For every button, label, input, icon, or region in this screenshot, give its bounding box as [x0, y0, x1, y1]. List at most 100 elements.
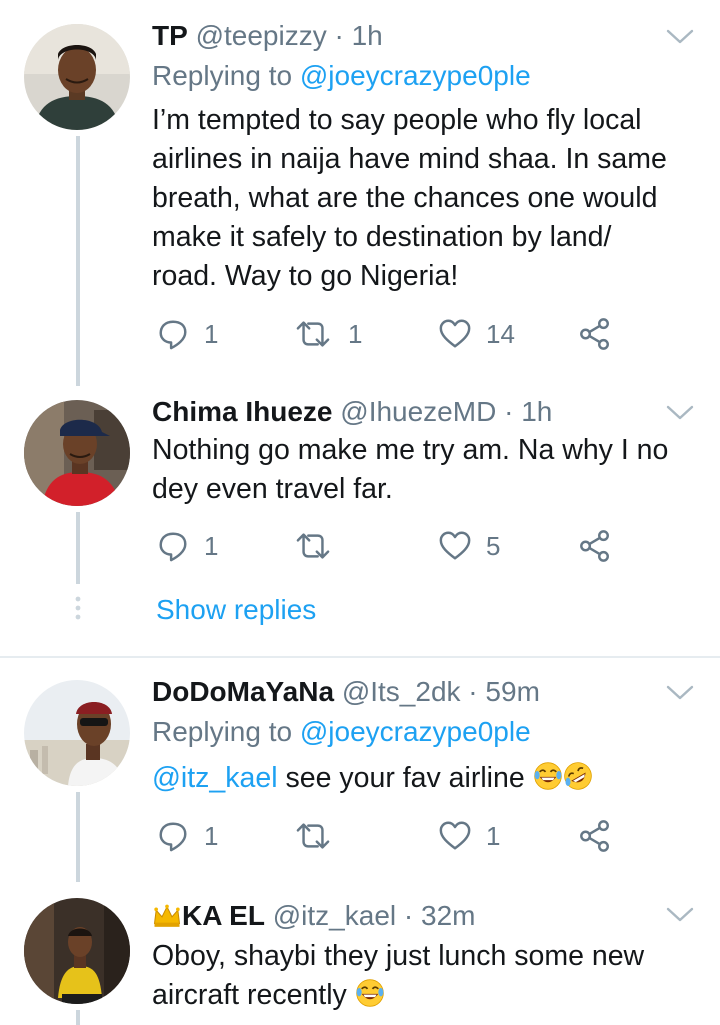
avatar[interactable]: [24, 898, 130, 1004]
retweet-icon: [292, 819, 334, 853]
tweet-text-line: I’m tempted to say people who fly local: [152, 104, 642, 136]
username[interactable]: @teepizzy: [196, 20, 327, 51]
reply-button[interactable]: 1: [156, 816, 218, 856]
share-button[interactable]: [578, 526, 612, 566]
separator-dot: ·: [460, 676, 486, 707]
avatar[interactable]: [24, 24, 130, 130]
reply-count: 1: [204, 821, 219, 851]
thread-more-dots-icon: [75, 596, 81, 620]
timestamp[interactable]: 32m: [421, 900, 475, 931]
tweet-text-content: see your fav airline: [277, 762, 525, 794]
tweet-text-line-wrap: aircraft recently: [152, 976, 712, 1015]
reply-icon: [156, 317, 190, 351]
replying-to: Replying to @joeycrazype0ple: [152, 56, 531, 96]
tweet-text-line: aircraft recently: [152, 979, 347, 1011]
laughing-emoji-icon: [533, 761, 563, 791]
thread-line: [76, 792, 80, 882]
replying-to: Replying to @joeycrazype0ple: [152, 712, 531, 752]
share-icon: [578, 317, 612, 351]
replying-to-link[interactable]: @joeycrazype0ple: [300, 716, 531, 747]
share-button[interactable]: [578, 816, 612, 856]
mention-link[interactable]: @itz_kael: [152, 762, 278, 794]
tweet-teepizzy[interactable]: TP @teepizzy · 1h Replying to @joeycrazy…: [0, 0, 720, 386]
display-name[interactable]: KA EL: [182, 900, 265, 931]
tweet-actions: 1 5: [152, 526, 712, 566]
retweet-button[interactable]: [292, 816, 334, 856]
tweet-header: TP @teepizzy · 1h: [152, 16, 383, 56]
username[interactable]: @Its_2dk: [342, 676, 461, 707]
tweet-header: KA EL @itz_kael · 32m: [152, 896, 475, 936]
avatar-man-red-shirt-cap-icon: [24, 400, 130, 506]
retweet-count: 1: [348, 319, 363, 349]
tweet-header: Chima Ihueze @IhuezeMD · 1h: [152, 392, 552, 432]
avatar-man-sunglasses-outdoor-icon: [24, 680, 130, 786]
like-count: 14: [486, 319, 515, 349]
share-button[interactable]: [578, 314, 612, 354]
rolling-laughing-emoji-icon: [563, 761, 593, 791]
separator-dot: ·: [326, 20, 352, 51]
tweet-text: Oboy, shaybi they just lunch some new ai…: [152, 937, 712, 1015]
show-replies-link[interactable]: Show replies: [156, 590, 316, 630]
thread-line: [76, 512, 80, 584]
tweet-its-2dk[interactable]: DoDoMaYaNa @Its_2dk · 59m Replying to @j…: [0, 660, 720, 882]
tweet-text-line: road. Way to go Nigeria!: [152, 260, 459, 292]
tweet-text-line: Oboy, shaybi they just lunch some new: [152, 940, 645, 972]
replying-to-label: Replying to: [152, 716, 293, 747]
tweet-header: DoDoMaYaNa @Its_2dk · 59m: [152, 672, 540, 712]
avatar-man-yellow-shirt-seated-icon: [24, 898, 130, 1004]
reply-icon: [156, 819, 190, 853]
retweet-icon: [292, 317, 334, 351]
like-button[interactable]: 14: [438, 314, 515, 354]
display-name[interactable]: DoDoMaYaNa: [152, 676, 334, 707]
replying-to-link[interactable]: @joeycrazype0ple: [300, 60, 531, 91]
tweet-text-line: breath, what are the chances one would: [152, 182, 658, 214]
replying-to-label: Replying to: [152, 60, 293, 91]
display-name[interactable]: Chima Ihueze: [152, 396, 332, 427]
tweet-text: I’m tempted to say people who fly local …: [152, 101, 712, 296]
avatar[interactable]: [24, 400, 130, 506]
separator-dot: ·: [396, 900, 422, 931]
retweet-button[interactable]: 1: [292, 314, 362, 354]
chevron-down-icon[interactable]: [664, 400, 696, 424]
thread-line: [76, 136, 80, 386]
display-name[interactable]: TP: [152, 20, 188, 51]
like-count: 5: [486, 531, 501, 561]
avatar-man-green-hoodie-icon: [24, 24, 130, 130]
reply-button[interactable]: 1: [156, 314, 218, 354]
reply-count: 1: [204, 319, 219, 349]
tweet-text: @itz_kael see your fav airline: [152, 759, 712, 798]
like-button[interactable]: 5: [438, 526, 500, 566]
chevron-down-icon[interactable]: [664, 902, 696, 926]
retweet-button[interactable]: [292, 526, 334, 566]
tweet-text: Nothing go make me try am. Na why I no d…: [152, 431, 712, 509]
like-button[interactable]: 1: [438, 816, 500, 856]
reply-count: 1: [204, 531, 219, 561]
like-icon: [438, 529, 472, 563]
tweet-itz-kael[interactable]: KA EL @itz_kael · 32m Oboy, shaybi they …: [0, 882, 720, 1025]
tweet-ihuezemd[interactable]: Chima Ihueze @IhuezeMD · 1h Nothing go m…: [0, 380, 720, 650]
tweet-text-line: make it safely to destination by land/: [152, 221, 612, 253]
retweet-icon: [292, 529, 334, 563]
tweet-text-line: dey even travel far.: [152, 473, 393, 505]
reply-button[interactable]: 1: [156, 526, 218, 566]
timestamp[interactable]: 59m: [485, 676, 539, 707]
timestamp[interactable]: 1h: [352, 20, 383, 51]
tweet-text-line: airlines in naija have mind shaa. In sam…: [152, 143, 667, 175]
share-icon: [578, 529, 612, 563]
chevron-down-icon[interactable]: [664, 680, 696, 704]
crown-emoji-icon: [152, 903, 182, 929]
username[interactable]: @IhuezeMD: [340, 396, 496, 427]
share-icon: [578, 819, 612, 853]
like-icon: [438, 819, 472, 853]
tweet-actions: 1 1: [152, 816, 712, 856]
username[interactable]: @itz_kael: [273, 900, 396, 931]
chevron-down-icon[interactable]: [664, 24, 696, 48]
avatar[interactable]: [24, 680, 130, 786]
thread-line: [76, 1010, 80, 1025]
like-icon: [438, 317, 472, 351]
tweet-text-line: Nothing go make me try am. Na why I no: [152, 434, 669, 466]
timestamp[interactable]: 1h: [521, 396, 552, 427]
laughing-emoji-icon: [355, 978, 385, 1008]
reply-icon: [156, 529, 190, 563]
tweet-actions: 1 1 14: [152, 314, 712, 354]
